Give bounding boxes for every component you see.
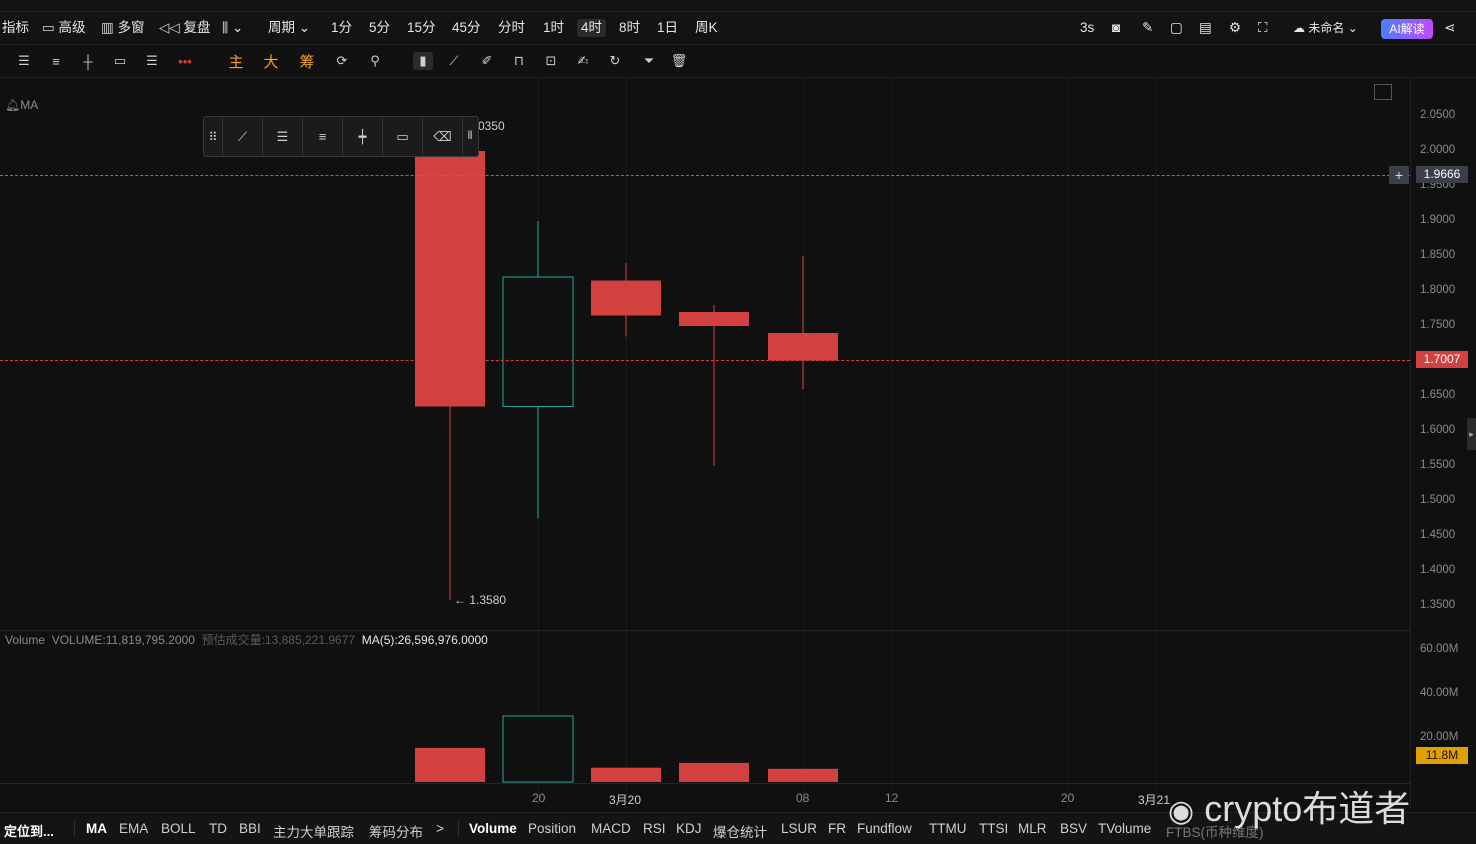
- time-label: 20: [1061, 791, 1075, 805]
- indicator-bsv[interactable]: BSV: [1060, 821, 1087, 836]
- indicator-lsur[interactable]: LSUR: [781, 821, 817, 836]
- divider: [74, 821, 75, 837]
- indicator-ema[interactable]: EMA: [119, 821, 148, 836]
- indicator-bbi[interactable]: BBI: [239, 821, 261, 836]
- volume-axis-label: 20.00M: [1420, 731, 1459, 743]
- high-label: 0350: [478, 119, 505, 133]
- collapse-handle[interactable]: ▸: [1467, 418, 1476, 450]
- volume-axis-label: 40.00M: [1420, 687, 1459, 699]
- price-axis-label: 1.7500: [1420, 319, 1456, 331]
- indicator-mlr[interactable]: MLR: [1018, 821, 1047, 836]
- low-label: ← 1.3580: [454, 593, 507, 607]
- price-axis-label: 1.3500: [1420, 599, 1456, 611]
- candle-body[interactable]: [591, 280, 661, 316]
- volume-bar[interactable]: [591, 767, 661, 782]
- share-icon[interactable]: ⋖: [1444, 19, 1455, 37]
- price-axis-label: 1.4500: [1420, 529, 1456, 541]
- volume-value: VOLUME:11,819,795.2000: [51, 633, 195, 647]
- indicator-volume[interactable]: Volume: [469, 821, 517, 836]
- indicator-boll[interactable]: BOLL: [161, 821, 196, 836]
- channel-icon[interactable]: ☰: [263, 117, 303, 156]
- indicator-liquidation[interactable]: 爆仓统计: [713, 821, 767, 841]
- divider: [458, 821, 459, 837]
- parallel-icon[interactable]: ≡: [303, 117, 343, 156]
- candle-body[interactable]: [679, 312, 749, 326]
- volume-legend[interactable]: Volume VOLUME:11,819,795.2000 预估成交量:13,8…: [5, 631, 488, 648]
- eraser-icon[interactable]: ⌫: [423, 117, 463, 156]
- grip-icon[interactable]: ⦀: [463, 117, 477, 156]
- price-axis-border: [1410, 78, 1411, 808]
- volume-estimate: 预估成交量:13,885,221.9677: [201, 633, 356, 647]
- watermark: ◉ crypto布道者: [1168, 788, 1411, 829]
- weibo-icon: ◉: [1168, 795, 1195, 828]
- crosshair-price-tag: 1.9666: [1416, 166, 1468, 183]
- price-axis-label: 1.8500: [1420, 249, 1456, 261]
- last-price-line: [0, 360, 1410, 361]
- indicator-fr[interactable]: FR: [828, 821, 846, 836]
- price-axis-label: 1.4000: [1420, 564, 1456, 576]
- indicator-chips[interactable]: 筹码分布: [369, 821, 423, 841]
- hline-icon[interactable]: ┿: [343, 117, 383, 156]
- candle-body[interactable]: [502, 276, 574, 407]
- candle-body[interactable]: [415, 151, 485, 407]
- indicator-fundflow[interactable]: Fundflow: [857, 821, 912, 836]
- box-icon[interactable]: ▭: [383, 117, 423, 156]
- time-label: 12: [885, 791, 899, 805]
- price-axis-label: 1.8000: [1420, 284, 1456, 296]
- price-axis-label: 2.0500: [1420, 109, 1456, 121]
- price-axis-label: 1.6500: [1420, 389, 1456, 401]
- candle-body[interactable]: [768, 333, 838, 361]
- time-label: 08: [796, 791, 810, 805]
- volume-axis-label: 60.00M: [1420, 643, 1459, 655]
- volume-bar[interactable]: [768, 768, 838, 782]
- volume-title: Volume: [5, 633, 46, 647]
- indicator-rsi[interactable]: RSI: [643, 821, 666, 836]
- time-label: 3月21: [1138, 793, 1171, 807]
- price-axis-label: 1.6000: [1420, 424, 1456, 436]
- time-label: 3月20: [609, 793, 642, 807]
- indicator-td[interactable]: TD: [209, 821, 227, 836]
- last-price-tag: 1.7007: [1416, 351, 1468, 368]
- price-axis-label: 2.0000: [1420, 144, 1456, 156]
- indicator-kdj[interactable]: KDJ: [676, 821, 702, 836]
- volume-last-tag: 11.8M: [1416, 747, 1468, 764]
- indicator-position[interactable]: Position: [528, 821, 576, 836]
- price-axis-label: 1.5500: [1420, 459, 1456, 471]
- floating-draw-toolbar: ⠿ ⟋ ☰ ≡ ┿ ▭ ⌫ ⦀: [203, 116, 479, 157]
- indicator-ttsi[interactable]: TTSI: [979, 821, 1008, 836]
- indicator-ma[interactable]: MA: [86, 821, 107, 836]
- time-label: 20: [532, 791, 546, 805]
- add-alert-icon[interactable]: +: [1389, 166, 1409, 184]
- crosshair-line: [0, 175, 1410, 176]
- chevron-right-icon[interactable]: >: [436, 821, 444, 836]
- indicator-ttmu[interactable]: TTMU: [929, 821, 967, 836]
- drag-handle-icon[interactable]: ⠿: [204, 117, 223, 156]
- volume-ma: MA(5):26,596,976.0000: [361, 633, 488, 647]
- indicator-tvolume[interactable]: TVolume: [1098, 821, 1151, 836]
- price-axis-label: 1.5000: [1420, 494, 1456, 506]
- trendline-icon[interactable]: ⟋: [223, 117, 263, 156]
- volume-bar[interactable]: [502, 715, 574, 783]
- volume-bar[interactable]: [679, 762, 749, 782]
- locate-button[interactable]: 定位到...: [4, 821, 54, 840]
- indicator-macd[interactable]: MACD: [591, 821, 631, 836]
- volume-bar[interactable]: [415, 747, 485, 782]
- price-axis-label: 1.9000: [1420, 214, 1456, 226]
- indicator-main-force[interactable]: 主力大单跟踪: [273, 821, 354, 841]
